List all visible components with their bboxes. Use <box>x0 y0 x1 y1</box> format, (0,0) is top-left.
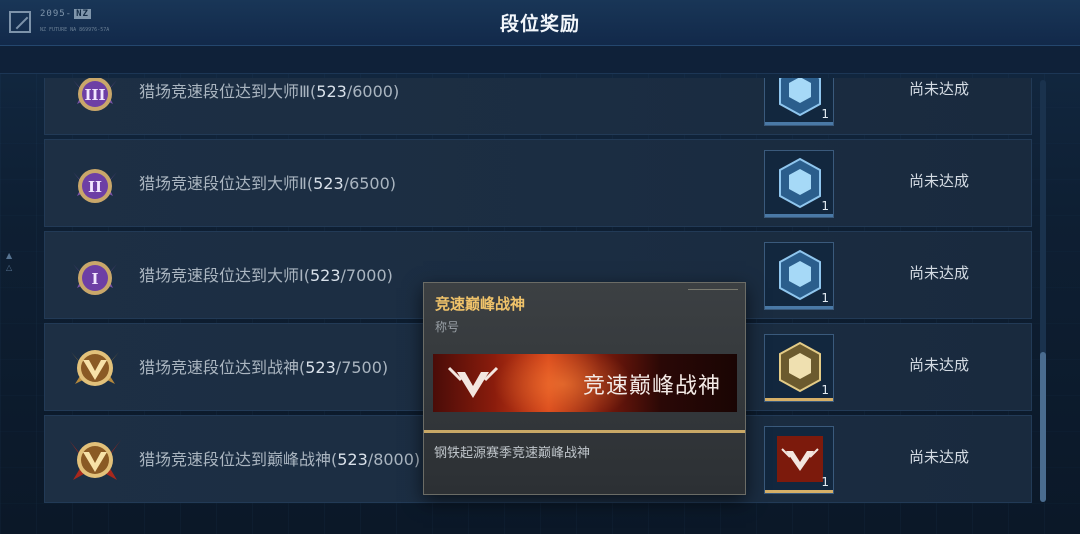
row-label: 猎场竞速段位达到大师Ⅲ(523/6000) <box>139 82 400 101</box>
reward-item-slot[interactable]: 1 <box>764 78 834 126</box>
tooltip-type: 称号 <box>435 320 460 334</box>
svg-text:I: I <box>91 270 98 288</box>
status-label: 尚未达成 <box>909 356 970 374</box>
reward-tooltip: 竞速巅峰战神 称号 竞速巅峰战神 钢铁起源赛季竞速巅峰战神 <box>423 282 746 495</box>
reward-row[interactable]: II 猎场竞速段位达到大师Ⅱ(523/6500) 1 尚未达成 <box>44 139 1032 227</box>
tooltip-corner-decoration <box>688 289 738 295</box>
master-2-badge-icon: II <box>73 169 117 203</box>
reward-rarity-bar <box>765 122 833 125</box>
master-1-badge-icon: I <box>73 261 117 295</box>
title-card-icon <box>777 436 823 482</box>
tooltip-title: 竞速巅峰战神 <box>435 295 526 313</box>
reward-count: 1 <box>821 199 829 213</box>
master-3-badge-icon: III <box>73 78 117 111</box>
status-label: 尚未达成 <box>909 80 970 98</box>
status-label: 尚未达成 <box>909 264 970 282</box>
reward-item-slot[interactable]: 1 <box>764 242 834 310</box>
gold-supply-box-icon <box>779 341 821 393</box>
svg-text:II: II <box>88 178 102 196</box>
row-label: 猎场竞速段位达到大师Ⅰ(523/7000) <box>139 266 393 285</box>
status-label: 尚未达成 <box>909 172 970 190</box>
reward-item-slot[interactable]: 1 <box>764 150 834 218</box>
list-scrollbar[interactable] <box>1040 80 1046 502</box>
reward-item-slot[interactable]: 1 <box>764 426 834 494</box>
reward-rarity-bar <box>765 214 833 217</box>
row-label: 猎场竞速段位达到战神(523/7500) <box>139 358 389 377</box>
reward-rarity-bar <box>765 490 833 493</box>
war-god-emblem-icon <box>447 366 499 398</box>
scrollbar-thumb[interactable] <box>1040 352 1046 502</box>
peak-war-god-badge-icon <box>69 440 121 480</box>
svg-text:III: III <box>84 86 105 104</box>
supply-box-icon <box>779 78 821 117</box>
title-banner: 竞速巅峰战神 <box>433 354 737 412</box>
row-label: 猎场竞速段位达到大师Ⅱ(523/6500) <box>139 174 397 193</box>
tooltip-description: 钢铁起源赛季竞速巅峰战神 <box>434 446 591 461</box>
reward-count: 1 <box>821 107 829 121</box>
war-god-badge-icon <box>71 350 119 386</box>
reward-rarity-bar <box>765 306 833 309</box>
header-bar: 2095- NZ NZ FUTURE NA 869976-57A 段位奖励 <box>0 0 1080 46</box>
page-title: 段位奖励 <box>499 13 580 35</box>
reward-count: 1 <box>821 291 829 305</box>
status-label: 尚未达成 <box>909 448 970 466</box>
reward-rarity-bar <box>765 398 833 401</box>
supply-box-icon <box>779 157 821 209</box>
sub-header-bar <box>0 46 1080 74</box>
banner-text: 竞速巅峰战神 <box>582 374 721 399</box>
side-arrow-icon: ▲ △ <box>6 251 13 272</box>
tooltip-divider <box>424 430 745 433</box>
reward-item-slot[interactable]: 1 <box>764 334 834 402</box>
row-label: 猎场竞速段位达到巅峰战神(523/8000) <box>139 450 421 469</box>
reward-count: 1 <box>821 383 829 397</box>
reward-row[interactable]: III 猎场竞速段位达到大师Ⅲ(523/6000) 1 尚未达成 <box>44 78 1032 135</box>
supply-box-icon <box>779 249 821 301</box>
reward-count: 1 <box>821 475 829 489</box>
